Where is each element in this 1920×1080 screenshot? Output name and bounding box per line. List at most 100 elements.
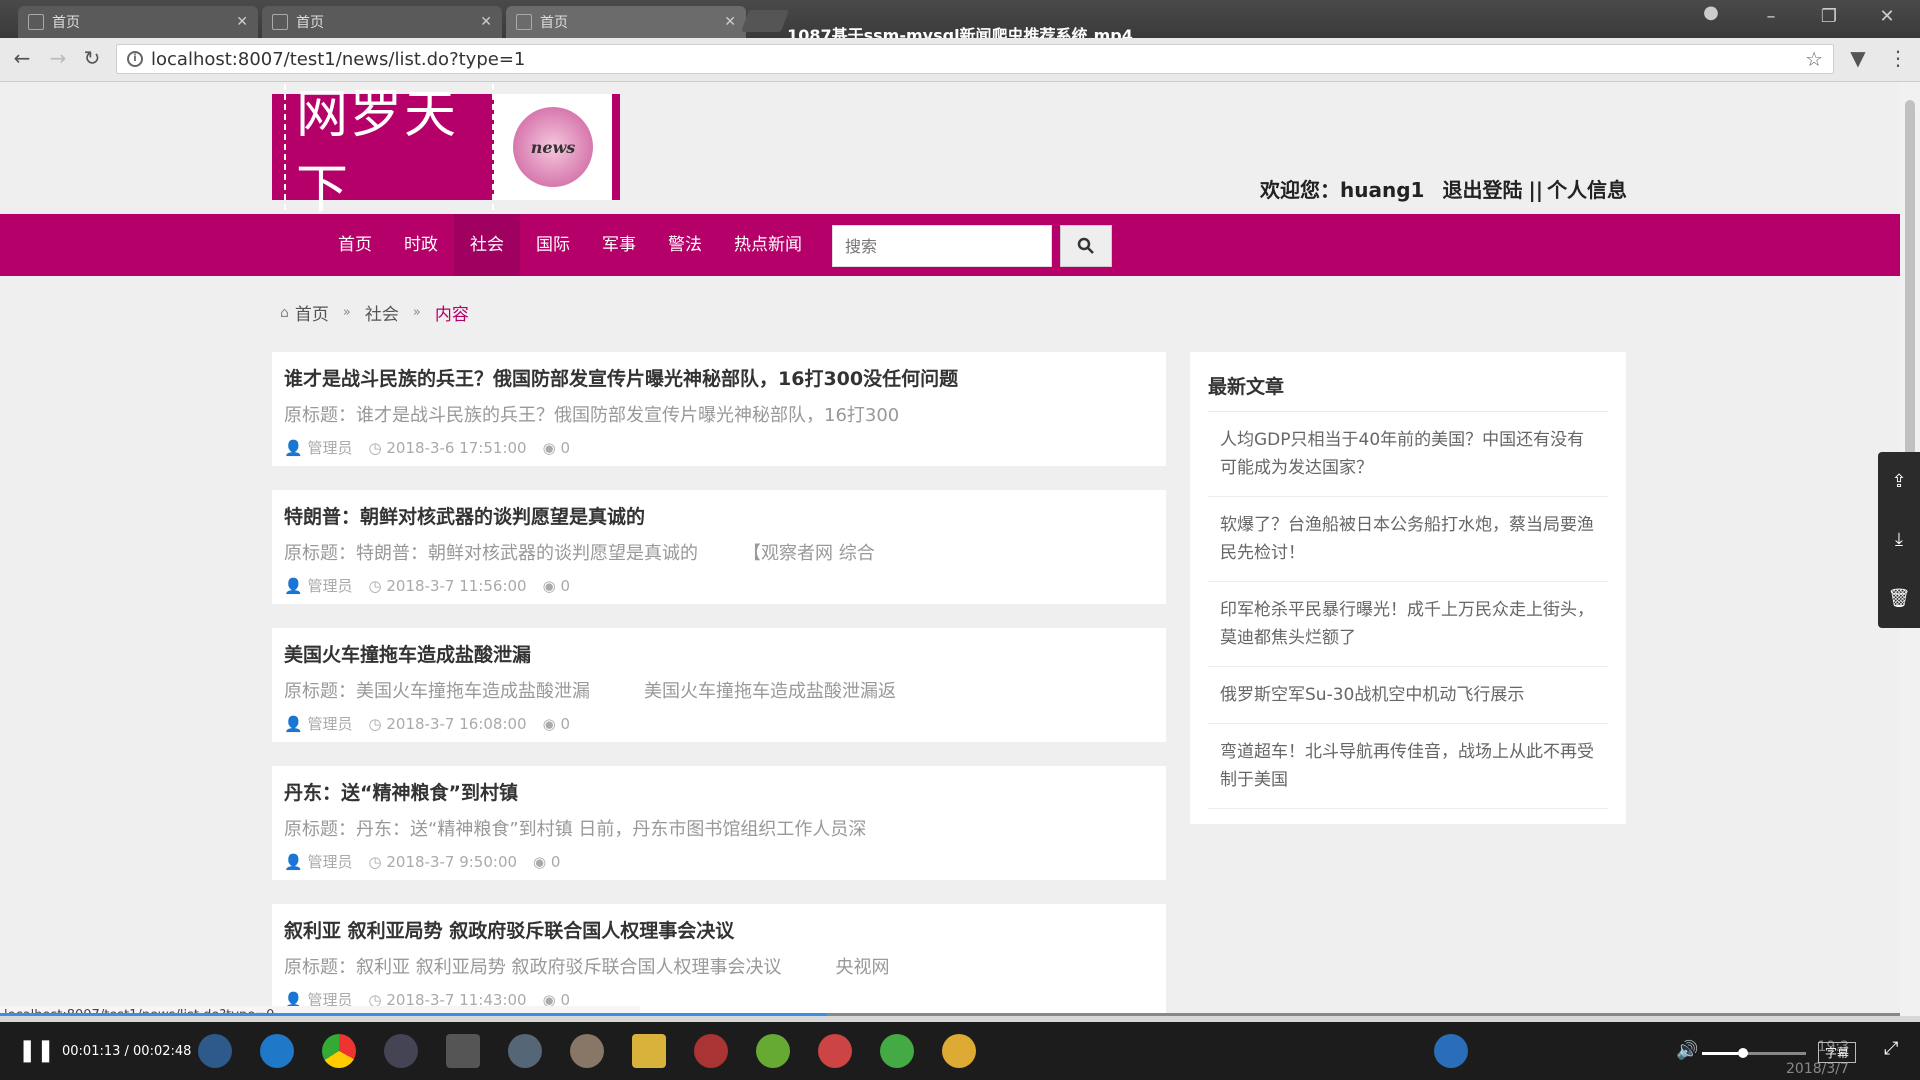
- eye-icon: ◉: [542, 438, 556, 457]
- article-meta: 👤 管理员 ◷ 2018-3-6 17:51:00 ◉ 0: [284, 437, 1154, 458]
- breadcrumb-separator: »: [412, 305, 421, 320]
- restore-icon[interactable]: ❐: [1814, 6, 1844, 27]
- sidebar-heading: 最新文章: [1208, 372, 1608, 412]
- chrome-icon[interactable]: [322, 1034, 356, 1068]
- nav-item-military[interactable]: 军事: [586, 214, 652, 276]
- article-summary: 原标题：丹东：送“精神粮食”到村镇 日前，丹东市图书馆组织工作人员深: [284, 819, 867, 840]
- clock-icon: ◷: [368, 576, 382, 595]
- volume-fill: [1702, 1052, 1739, 1055]
- eye-icon: ◉: [542, 714, 556, 733]
- author: 👤 管理员: [284, 577, 353, 595]
- sidebar-article-link[interactable]: 软爆了？台渔船被日本公务船打水炮，蔡当局要渔民先检讨！: [1208, 497, 1608, 582]
- volume-icon[interactable]: 🔊: [1676, 1040, 1698, 1061]
- sidebar-article-link[interactable]: 人均GDP只相当于40年前的美国？中国还有没有可能成为发达国家？: [1208, 412, 1608, 497]
- site-logo[interactable]: 网罗天下 news: [272, 82, 620, 230]
- app-icon[interactable]: [694, 1034, 728, 1068]
- app-icon[interactable]: [880, 1034, 914, 1068]
- user-profile-icon[interactable]: ●: [1696, 2, 1726, 23]
- folder-icon[interactable]: [632, 1034, 666, 1068]
- sidebar-article-link[interactable]: 俄罗斯空军Su-30战机空中机动飞行展示: [1208, 667, 1608, 724]
- app-icon[interactable]: [756, 1034, 790, 1068]
- player-side-toolbar: ⇪ ⤓ 🗑: [1878, 452, 1920, 628]
- delete-icon[interactable]: 🗑: [1888, 588, 1911, 609]
- article-title[interactable]: 特朗普：朝鲜对核武器的谈判愿望是真诚的: [284, 502, 1154, 529]
- subtitle-button[interactable]: 字幕: [1818, 1042, 1857, 1063]
- logo-text: 网罗天下: [284, 82, 494, 230]
- app-icon[interactable]: [384, 1034, 418, 1068]
- app-icon[interactable]: [570, 1034, 604, 1068]
- article-card[interactable]: 特朗普：朝鲜对核武器的谈判愿望是真诚的 原标题：特朗普：朝鲜对核武器的谈判愿望是…: [272, 490, 1166, 604]
- pause-icon[interactable]: ❚❚: [18, 1038, 55, 1063]
- views: ◉ 0: [542, 714, 571, 733]
- nav-item-home[interactable]: 首页: [322, 214, 388, 276]
- welcome-text: 欢迎您：huang1: [1260, 178, 1425, 202]
- eye-icon: ◉: [533, 852, 547, 871]
- ie-browser-icon[interactable]: [260, 1034, 294, 1068]
- browser-titlebar: 首页 ✕ 首页 ✕ 首页 ✕ 1087基于ssm-mysql新闻爬虫推荐系统.m…: [0, 0, 1920, 45]
- article-card[interactable]: 美国火车撞拖车造成盐酸泄漏 原标题：美国火车撞拖车造成盐酸泄漏 美国火车撞拖车造…: [272, 628, 1166, 742]
- nav-item-law[interactable]: 警法: [652, 214, 718, 276]
- fullscreen-icon[interactable]: ⤢: [1884, 1038, 1898, 1059]
- close-window-icon[interactable]: ✕: [1872, 6, 1902, 27]
- article-title[interactable]: 美国火车撞拖车造成盐酸泄漏: [284, 640, 1154, 667]
- article-card[interactable]: 谁才是战斗民族的兵王？俄国防部发宣传片曝光神秘部队，16打300没任何问题 原标…: [272, 352, 1166, 466]
- url-input[interactable]: [151, 48, 1651, 70]
- volume-knob[interactable]: [1738, 1048, 1748, 1058]
- article-summary: 原标题：叙利亚 叙利亚局势 叙政府驳斥联合国人权理事会决议 央视网: [284, 957, 890, 978]
- article-card[interactable]: 叙利亚 叙利亚局势 叙政府驳斥联合国人权理事会决议 原标题：叙利亚 叙利亚局势 …: [272, 904, 1166, 1016]
- minimize-icon[interactable]: –: [1756, 6, 1786, 27]
- clock-icon: ◷: [368, 438, 382, 457]
- logout-link[interactable]: 退出登陆: [1442, 178, 1522, 202]
- nav-item-society[interactable]: 社会: [454, 214, 520, 276]
- app-icon[interactable]: [198, 1034, 232, 1068]
- reload-icon[interactable]: ↻: [78, 46, 106, 70]
- views: ◉ 0: [533, 852, 561, 871]
- latest-articles-sidebar: 最新文章 人均GDP只相当于40年前的美国？中国还有没有可能成为发达国家？ 软爆…: [1190, 352, 1626, 824]
- article-card[interactable]: 丹东：送“精神粮食”到村镇 原标题：丹东：送“精神粮食”到村镇 日前，丹东市图书…: [272, 766, 1166, 880]
- breadcrumb-separator: »: [342, 305, 351, 320]
- app-icon[interactable]: [508, 1034, 542, 1068]
- article-meta: 👤 管理员 ◷ 2018-3-7 9:50:00 ◉ 0: [284, 851, 1154, 872]
- search-input[interactable]: [832, 225, 1052, 267]
- author: 👤 管理员: [284, 715, 353, 733]
- sidebar-article-link[interactable]: 弯道超车！北斗导航再传佳音，战场上从此不再受制于美国: [1208, 724, 1608, 809]
- date: ◷ 2018-3-7 9:50:00: [368, 852, 518, 871]
- article-summary: 原标题：美国火车撞拖车造成盐酸泄漏 美国火车撞拖车造成盐酸泄漏返: [284, 681, 896, 702]
- views: ◉ 0: [542, 576, 571, 595]
- nav-item-politics[interactable]: 时政: [388, 214, 454, 276]
- sidebar-article-link[interactable]: 印军枪杀平民暴行曝光！成千上万民众走上街头，莫迪都焦头烂额了: [1208, 582, 1608, 667]
- article-title[interactable]: 叙利亚 叙利亚局势 叙政府驳斥联合国人权理事会决议: [284, 916, 1154, 943]
- eye-icon: ◉: [542, 576, 556, 595]
- user-icon: 👤: [284, 715, 303, 733]
- article-summary: 原标题：谁才是战斗民族的兵王？俄国防部发宣传片曝光神秘部队，16打300: [284, 405, 900, 426]
- breadcrumb-section[interactable]: 社会: [365, 300, 399, 325]
- address-bar[interactable]: i ☆: [116, 44, 1834, 74]
- site-info-icon[interactable]: i: [127, 51, 143, 67]
- forward-icon[interactable]: →: [44, 46, 72, 70]
- profile-link[interactable]: 个人信息: [1547, 178, 1627, 202]
- share-icon[interactable]: ⇪: [1891, 471, 1906, 492]
- user-icon: 👤: [284, 853, 303, 871]
- separator: ||: [1528, 178, 1544, 202]
- article-title[interactable]: 谁才是战斗民族的兵王？俄国防部发宣传片曝光神秘部队，16打300没任何问题: [284, 364, 1154, 391]
- user-icon: 👤: [284, 577, 303, 595]
- help-icon[interactable]: [1434, 1034, 1468, 1068]
- back-icon[interactable]: ←: [8, 46, 36, 70]
- menu-icon[interactable]: ⋮: [1884, 46, 1912, 70]
- video-time: 00:01:13 / 00:02:48: [62, 1044, 192, 1059]
- nav-item-international[interactable]: 国际: [520, 214, 586, 276]
- web-page: 网罗天下 news 欢迎您：huang1 退出登陆 || 个人信息 首页 时政 社会 …: [0, 82, 1900, 1016]
- breadcrumb-home[interactable]: 首页: [295, 300, 329, 325]
- search-button[interactable]: [1060, 225, 1112, 267]
- app-icon[interactable]: [446, 1034, 480, 1068]
- breadcrumb-current: 内容: [434, 305, 469, 325]
- bookmark-star-icon[interactable]: ☆: [1805, 47, 1823, 71]
- app-icon[interactable]: [942, 1034, 976, 1068]
- taskbar: ❚❚ 00:01:13 / 00:02:48 🔊 19:3 2018/3/7 字…: [0, 1016, 1920, 1080]
- clock-icon: ◷: [368, 852, 382, 871]
- nav-item-hot-news[interactable]: 热点新闻: [718, 214, 818, 276]
- download-icon[interactable]: ⤓: [1895, 529, 1903, 550]
- article-title[interactable]: 丹东：送“精神粮食”到村镇: [284, 778, 1154, 805]
- app-icon[interactable]: [818, 1034, 852, 1068]
- extension-icon[interactable]: ▼: [1844, 46, 1872, 70]
